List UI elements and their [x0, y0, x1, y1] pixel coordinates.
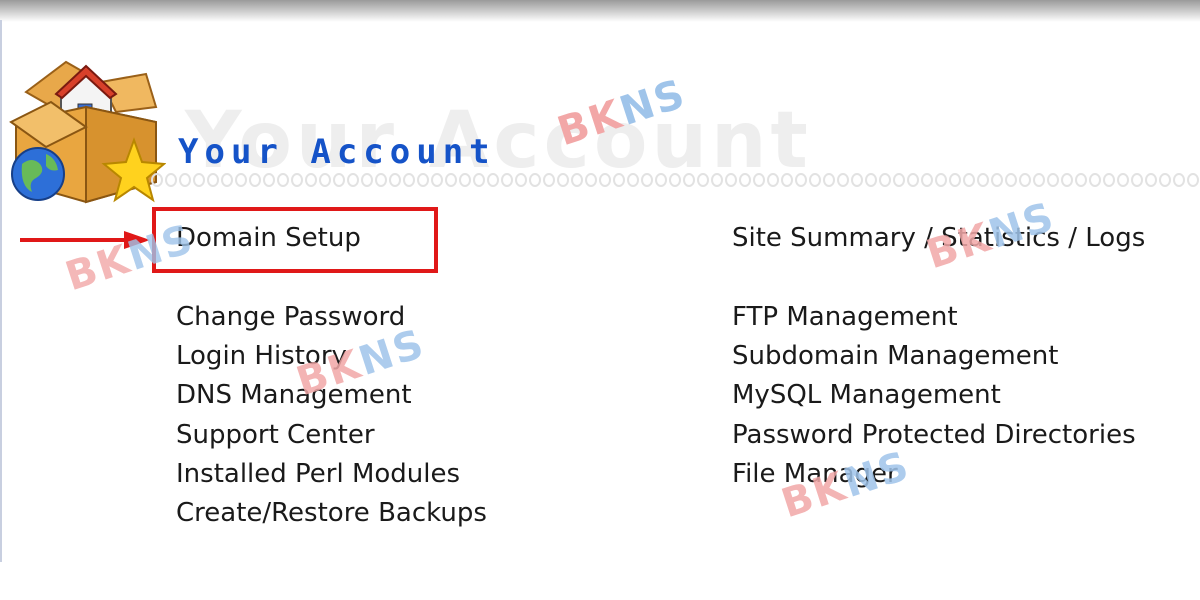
title-rule-divider [150, 172, 1200, 188]
page-bottom [0, 562, 1200, 600]
link-change-password[interactable]: Change Password [176, 302, 405, 332]
link-login-history[interactable]: Login History [176, 341, 347, 371]
window-top-bar [0, 0, 1200, 22]
account-logo-icon [9, 60, 166, 204]
link-subdomain-management[interactable]: Subdomain Management [732, 341, 1058, 371]
link-ftp-management[interactable]: FTP Management [732, 302, 958, 332]
link-support-center[interactable]: Support Center [176, 420, 375, 450]
page-title: Your Account [178, 132, 496, 172]
link-dns-management[interactable]: DNS Management [176, 380, 412, 410]
highlight-box [152, 207, 438, 273]
link-password-protected-directories[interactable]: Password Protected Directories [732, 420, 1136, 450]
link-mysql-management[interactable]: MySQL Management [732, 380, 1001, 410]
link-file-manager[interactable]: File Manager [732, 459, 898, 489]
link-site-summary-statistics-logs[interactable]: Site Summary / Statistics / Logs [732, 223, 1145, 253]
link-create-restore-backups[interactable]: Create/Restore Backups [176, 498, 487, 528]
left-border [0, 20, 2, 580]
link-installed-perl-modules[interactable]: Installed Perl Modules [176, 459, 460, 489]
red-arrow-icon [20, 231, 150, 249]
